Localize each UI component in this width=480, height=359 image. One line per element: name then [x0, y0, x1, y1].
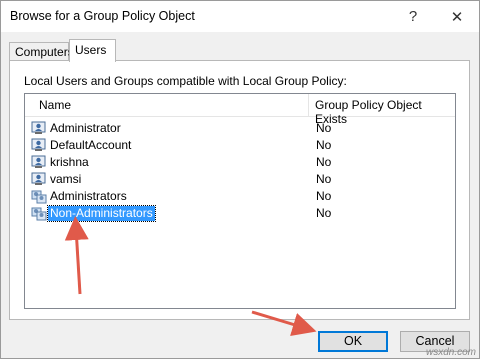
- list-item-gpo-exists: No: [316, 155, 332, 169]
- users-listview[interactable]: Name Group Policy Object Exists Administ…: [24, 93, 456, 309]
- panel-description: Local Users and Groups compatible with L…: [24, 74, 347, 88]
- browse-gpo-dialog: Browse for a Group Policy Object ? ✕ Com…: [0, 0, 480, 359]
- title-bar: Browse for a Group Policy Object ? ✕: [1, 1, 479, 32]
- list-item-gpo-exists: No: [316, 138, 332, 152]
- list-item[interactable]: vamsi No: [25, 171, 455, 188]
- list-item-name: krishna: [50, 155, 89, 169]
- user-icon: [31, 138, 47, 153]
- list-item-name: Administrators: [50, 189, 127, 203]
- tab-users[interactable]: Users: [69, 39, 116, 62]
- column-separator[interactable]: [308, 94, 309, 116]
- listview-header: Name Group Policy Object Exists: [25, 94, 455, 126]
- list-item[interactable]: Administrator No: [25, 120, 455, 137]
- watermark: wsxdn.com: [425, 347, 476, 358]
- user-icon: [31, 172, 47, 187]
- ok-button[interactable]: OK: [318, 331, 388, 352]
- list-item[interactable]: Administrators No: [25, 188, 455, 205]
- list-item-name: Administrator: [50, 121, 121, 135]
- list-item[interactable]: krishna No: [25, 154, 455, 171]
- list-item-gpo-exists: No: [316, 206, 332, 220]
- help-button[interactable]: ?: [391, 1, 435, 32]
- user-icon: [31, 121, 47, 136]
- column-header-name[interactable]: Name: [39, 98, 71, 112]
- list-item-gpo-exists: No: [316, 121, 332, 135]
- list-item[interactable]: Non-Administrators No: [25, 205, 455, 222]
- list-item-name: Non-Administrators: [47, 205, 156, 222]
- list-item-gpo-exists: No: [316, 172, 332, 186]
- user-icon: [31, 155, 47, 170]
- tab-computers[interactable]: Computers: [9, 42, 74, 61]
- close-button[interactable]: ✕: [435, 1, 479, 32]
- list-item[interactable]: DefaultAccount No: [25, 137, 455, 154]
- list-item-gpo-exists: No: [316, 189, 332, 203]
- group-icon: [31, 206, 47, 221]
- group-icon: [31, 189, 47, 204]
- window-title: Browse for a Group Policy Object: [10, 9, 195, 23]
- users-tab-panel: Local Users and Groups compatible with L…: [9, 60, 470, 320]
- list-item-name: vamsi: [50, 172, 82, 186]
- list-item-name: DefaultAccount: [50, 138, 132, 152]
